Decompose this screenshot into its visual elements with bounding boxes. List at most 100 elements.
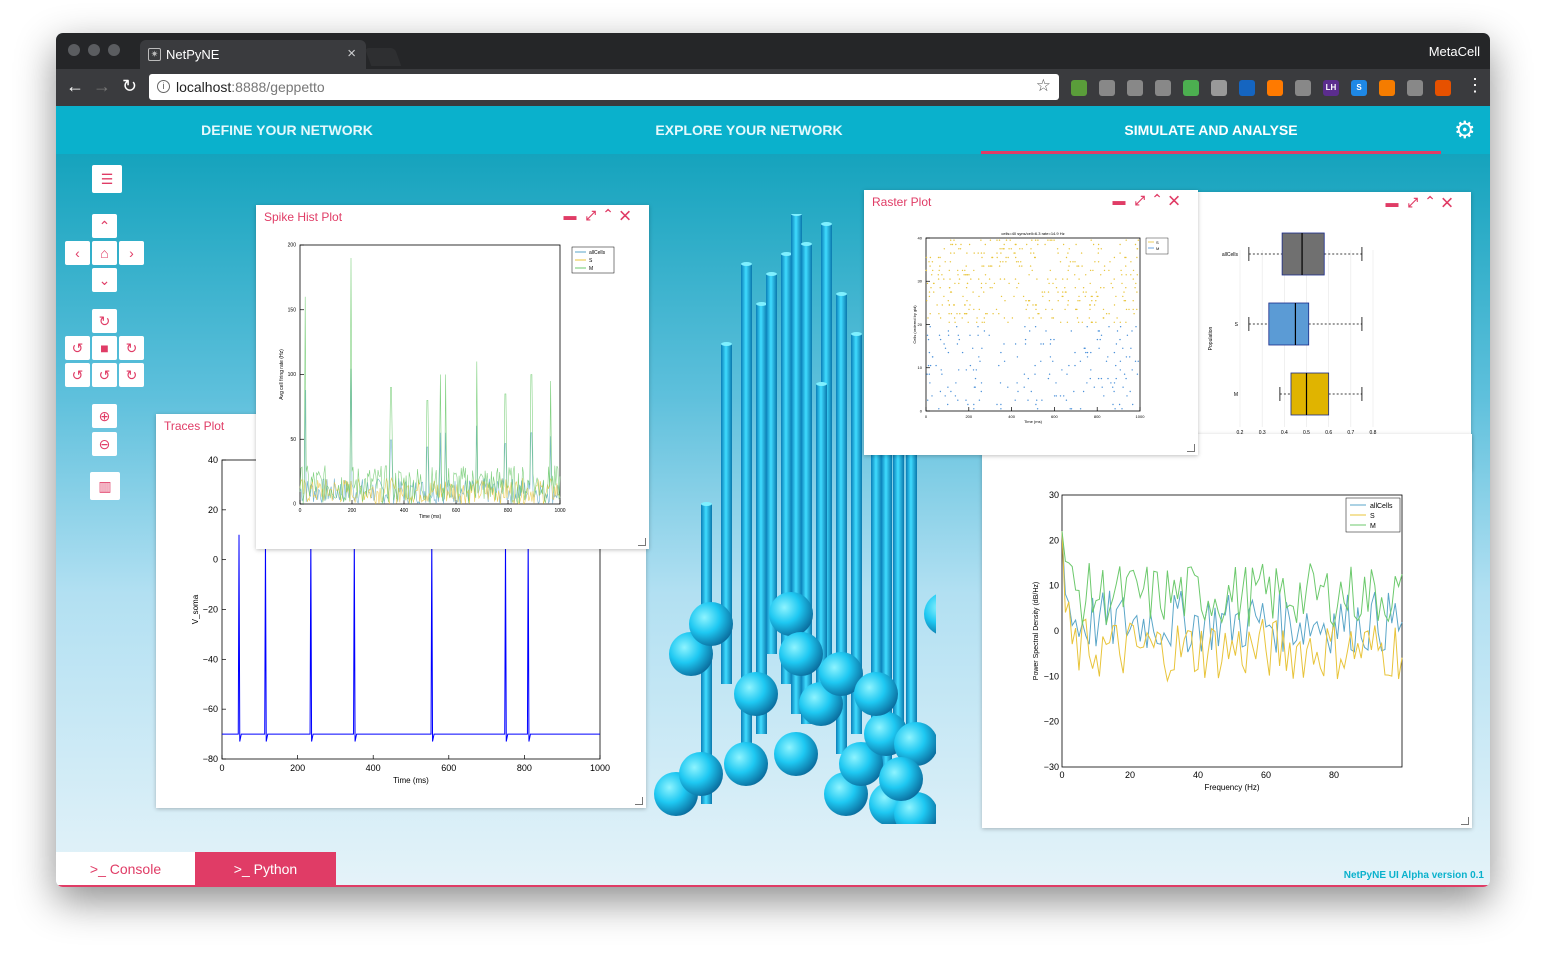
tab-define-network[interactable]: DEFINE YOUR NETWORK <box>62 122 512 138</box>
spike-dot <box>1091 295 1093 298</box>
resize-handle[interactable] <box>1187 444 1195 452</box>
back-icon[interactable]: ← <box>66 76 84 97</box>
spike-dot <box>1047 377 1050 380</box>
new-tab-button[interactable] <box>364 48 402 66</box>
spike-dot <box>1113 321 1115 323</box>
plot-menu-icon[interactable]: ▥ <box>90 472 120 500</box>
spike-dot <box>1044 243 1046 246</box>
camera-icon[interactable]: ■ <box>92 336 117 360</box>
extension-icon[interactable] <box>1071 80 1087 96</box>
raster-plot-panel[interactable]: Raster Plot ▬⤢⌃✕ 0 200 400 600 800 1000 40 30 20… <box>864 190 1198 455</box>
forward-icon[interactable]: → <box>93 76 111 97</box>
resize-handle[interactable] <box>638 538 646 546</box>
spike-dot <box>1029 265 1032 267</box>
y-axis-label: Cells (ordered by gid) <box>912 305 917 344</box>
rotate-right-icon[interactable]: ↻ <box>119 336 144 360</box>
tab-explore-network[interactable]: EXPLORE YOUR NETWORK <box>524 122 974 138</box>
rotate-left-icon[interactable]: ↺ <box>65 336 90 360</box>
spike-dot <box>1048 300 1051 302</box>
spike-hist-plot-panel[interactable]: Spike Hist Plot ▬⤢⌃✕ 0 200 400 600 800 1000 20… <box>256 205 649 549</box>
tab-close-icon[interactable]: × <box>347 45 356 62</box>
psd-plot-panel[interactable]: 0 20 40 60 80 30 20 10 0 −10 −20 −30 Frequency (Hz) P… <box>982 434 1472 828</box>
extension-icon[interactable] <box>1127 80 1143 96</box>
bookmark-star-icon[interactable]: ☆ <box>1036 76 1051 96</box>
spike-dot <box>1067 269 1069 272</box>
spike-dot <box>1093 386 1095 388</box>
plot-frame <box>925 237 1141 412</box>
extension-icon[interactable] <box>1183 80 1199 96</box>
extension-icon[interactable] <box>1239 80 1255 96</box>
x-axis-label: Time (ms) <box>393 776 429 785</box>
browser-profile-name[interactable]: MetaCell <box>1429 44 1480 59</box>
spike-dot <box>1081 321 1083 323</box>
canvas-workspace[interactable]: ☰ ⌃ ‹ ⌂ › ⌄ ↻ ↺ ■ ↻ ↺ ↺ ↻ ⊕ ⊖ ▥ Traces P… <box>56 154 1490 887</box>
extension-icon[interactable]: S <box>1351 80 1367 96</box>
close-window-icon[interactable] <box>68 44 80 56</box>
browser-tab[interactable]: ✷ NetPyNE × <box>140 40 366 69</box>
pan-down-icon[interactable]: ⌄ <box>92 268 117 292</box>
spike-dot <box>965 369 967 371</box>
browser-menu-icon[interactable]: ⋮ <box>1466 75 1484 96</box>
psd-chart: 0 20 40 60 80 30 20 10 0 −10 −20 −30 Frequency (Hz) P… <box>1033 490 1403 792</box>
spike-dot <box>1014 343 1017 345</box>
extension-icon[interactable] <box>1379 80 1395 96</box>
spike-dot <box>1035 304 1037 306</box>
pan-right-icon[interactable]: › <box>119 241 144 265</box>
spike-dot <box>1042 295 1044 298</box>
extension-icon[interactable] <box>1435 80 1451 96</box>
spike-dot <box>1096 338 1099 341</box>
spike-dot <box>1121 274 1123 276</box>
spike-dot <box>1025 308 1027 311</box>
extension-icon[interactable] <box>1099 80 1115 96</box>
spike-dot <box>1122 295 1124 298</box>
reload-icon[interactable]: ↻ <box>122 76 137 97</box>
spike-dot <box>1069 261 1072 263</box>
extension-icon[interactable] <box>1155 80 1171 96</box>
spike-dot <box>1055 382 1057 384</box>
tab-simulate-analyse[interactable]: SIMULATE AND ANALYSE <box>986 122 1436 138</box>
extension-icon[interactable] <box>1407 80 1423 96</box>
zoom-out-icon[interactable]: ⊖ <box>92 432 117 456</box>
minimize-window-icon[interactable] <box>88 44 100 56</box>
spike-dot <box>1079 408 1082 410</box>
extension-icon[interactable]: LH <box>1323 80 1339 96</box>
spike-dot <box>1078 278 1080 280</box>
spike-dot <box>1017 390 1019 393</box>
resize-handle[interactable] <box>1461 817 1469 825</box>
zoom-in-icon[interactable]: ⊕ <box>92 404 117 428</box>
pan-left-icon[interactable]: ‹ <box>65 241 90 265</box>
spike-dot <box>978 295 980 298</box>
x-tick-label: 40 <box>1193 770 1203 780</box>
spike-dot <box>1125 308 1128 311</box>
spike-dot <box>1066 373 1068 375</box>
spike-dot <box>1055 278 1057 280</box>
y-tick-label: 20 <box>208 505 218 515</box>
spike-dot <box>1074 287 1076 289</box>
extension-icon[interactable] <box>1267 80 1283 96</box>
maximize-window-icon[interactable] <box>108 44 120 56</box>
spike-dot <box>1067 252 1069 254</box>
spike-dot <box>948 269 950 272</box>
home-icon[interactable]: ⌂ <box>92 241 117 265</box>
spike-dot <box>1077 265 1080 267</box>
resize-handle[interactable] <box>635 797 643 805</box>
extension-icon[interactable] <box>1295 80 1311 96</box>
spike-dot <box>973 308 975 311</box>
list-icon[interactable]: ☰ <box>92 165 122 193</box>
spike-dot <box>1125 356 1128 358</box>
python-tab[interactable]: >_ Python <box>195 852 336 887</box>
extension-icon[interactable] <box>1211 80 1227 96</box>
gear-icon[interactable]: ⚙ <box>1454 116 1476 145</box>
pan-up-icon[interactable]: ⌃ <box>92 214 117 238</box>
spike-dot <box>955 243 957 246</box>
address-bar[interactable]: i localhost:8888/geppetto ☆ <box>149 74 1059 100</box>
spike-dot <box>926 300 928 302</box>
rotate-ccw-icon[interactable]: ↺ <box>65 363 90 387</box>
spike-dot <box>1036 399 1038 401</box>
rotate-cw-icon[interactable]: ↻ <box>119 363 144 387</box>
console-tab[interactable]: >_ Console <box>56 852 195 887</box>
rotate-down-icon[interactable]: ↺ <box>92 363 117 387</box>
site-info-icon[interactable]: i <box>157 80 170 93</box>
spike-dot <box>1136 274 1138 276</box>
rotate-reset-icon[interactable]: ↻ <box>92 309 117 333</box>
